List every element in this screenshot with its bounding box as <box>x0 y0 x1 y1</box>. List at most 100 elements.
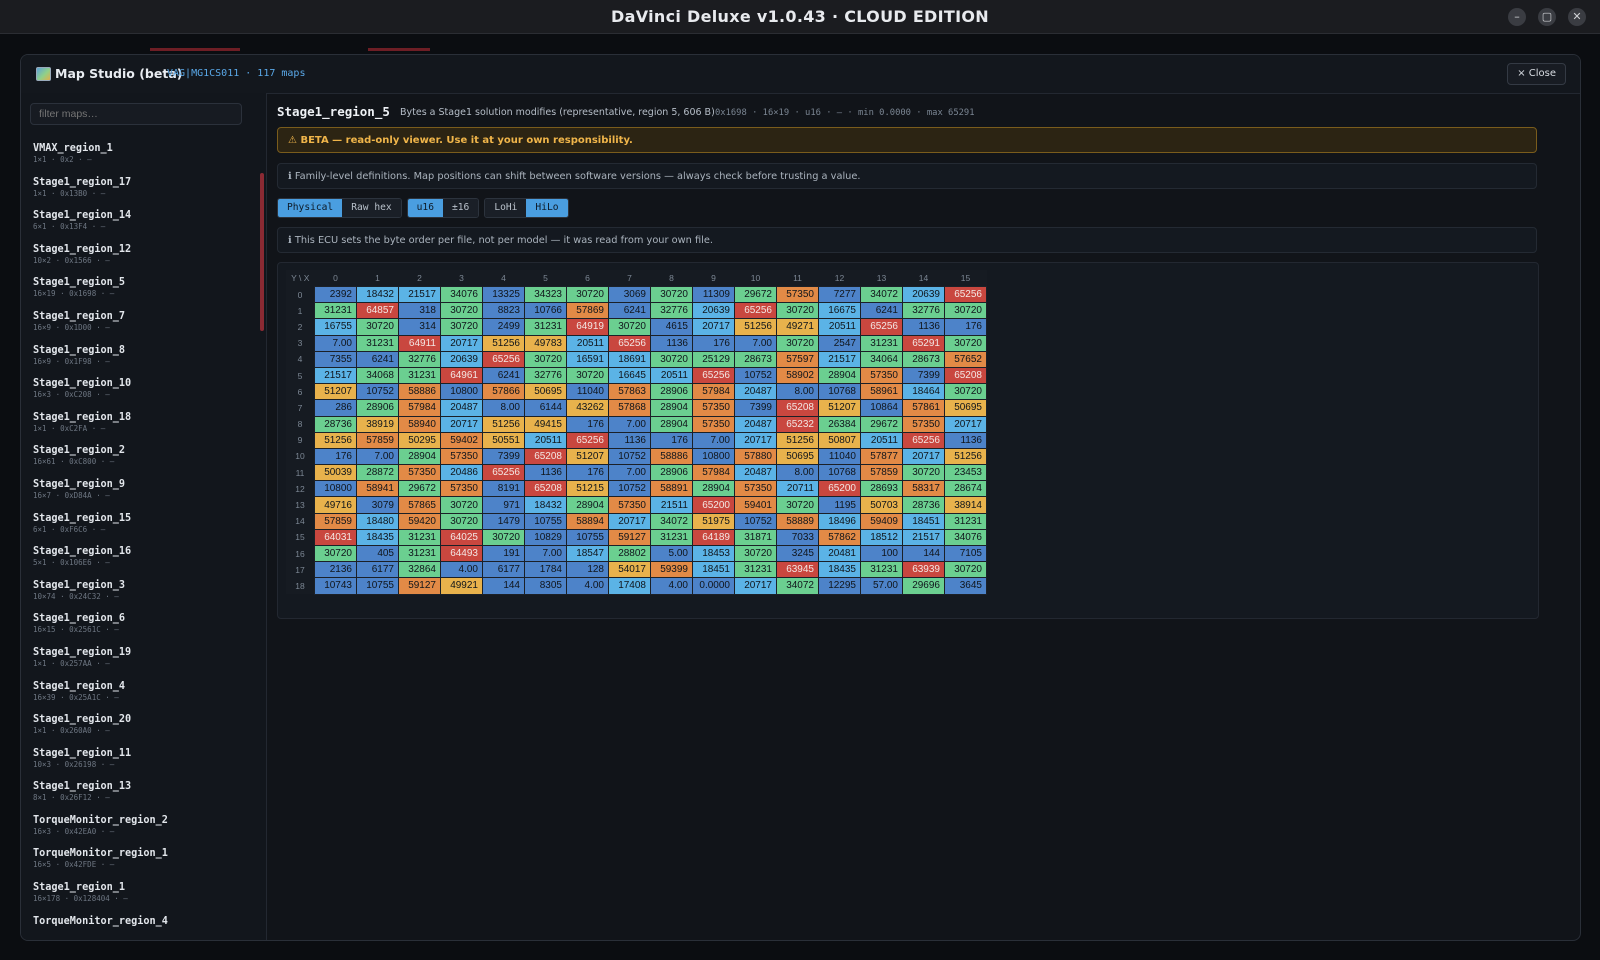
grid-cell[interactable]: 20511 <box>818 318 861 336</box>
grid-cell[interactable]: 34072 <box>860 285 903 304</box>
grid-cell[interactable]: 20511 <box>524 431 567 449</box>
grid-cell[interactable]: 4.00 <box>650 577 693 595</box>
grid-cell[interactable]: 8.00 <box>482 399 525 417</box>
grid-cell[interactable]: 57863 <box>608 383 651 401</box>
map-list-item[interactable]: Stage1_region_12 10×2 · 0x1566 · — <box>33 243 253 277</box>
grid-cell[interactable]: 18691 <box>608 350 651 368</box>
grid-cell[interactable]: 20717 <box>734 431 777 449</box>
grid-cell[interactable]: 64911 <box>398 334 441 352</box>
grid-cell[interactable]: 31231 <box>398 544 441 563</box>
grid-cell[interactable]: 20639 <box>692 302 735 320</box>
grid-cell[interactable]: 28736 <box>902 496 945 514</box>
grid-cell[interactable]: 38919 <box>356 415 399 433</box>
grid-cell[interactable]: 30720 <box>944 383 987 401</box>
grid-cell[interactable]: 1784 <box>524 561 567 579</box>
grid-cell[interactable]: 2499 <box>482 318 525 336</box>
grid-cell[interactable]: 58886 <box>650 447 693 466</box>
grid-cell[interactable]: 20511 <box>650 366 693 385</box>
grid-cell[interactable]: 20717 <box>692 318 735 336</box>
grid-cell[interactable]: 32776 <box>524 366 567 385</box>
grid-cell[interactable]: 7399 <box>482 447 525 466</box>
map-list-item[interactable]: Stage1_region_6 16×15 · 0x2561C · — <box>33 612 253 646</box>
sidebar-scrollbar[interactable] <box>260 173 264 331</box>
grid-cell[interactable]: 34076 <box>944 528 987 547</box>
grid-cell[interactable]: 65256 <box>944 285 987 304</box>
grid-cell[interactable]: 51256 <box>482 334 525 352</box>
grid-cell[interactable]: 10752 <box>608 447 651 466</box>
grid-cell[interactable]: 31231 <box>314 302 357 320</box>
grid-cell[interactable]: 16675 <box>818 302 861 320</box>
toggle-signed-16-button[interactable]: ±16 <box>442 199 479 217</box>
grid-cell[interactable]: 10755 <box>566 528 609 547</box>
grid-cell[interactable]: 57859 <box>356 431 399 449</box>
grid-cell[interactable]: 18464 <box>902 383 945 401</box>
grid-cell[interactable]: 20711 <box>776 480 819 498</box>
grid-cell[interactable]: 7.00 <box>524 544 567 563</box>
grid-cell[interactable]: 6177 <box>482 561 525 579</box>
toggle-u16-button[interactable]: u16 <box>407 199 443 217</box>
map-list-item[interactable]: Stage1_region_5 16×19 · 0x1698 · — <box>33 276 253 310</box>
grid-cell[interactable]: 7.00 <box>314 334 357 352</box>
grid-cell[interactable]: 32864 <box>398 561 441 579</box>
grid-cell[interactable]: 31231 <box>356 334 399 352</box>
map-list-item[interactable]: Stage1_region_19 1×1 · 0x257AA · — <box>33 646 253 680</box>
grid-cell[interactable]: 30720 <box>356 318 399 336</box>
grid-cell[interactable]: 8.00 <box>776 383 819 401</box>
grid-cell[interactable]: 28906 <box>650 383 693 401</box>
grid-cell[interactable]: 30720 <box>944 302 987 320</box>
map-list-item[interactable]: Stage1_region_16 5×1 · 0x106E6 · — <box>33 545 253 579</box>
grid-cell[interactable]: 28904 <box>398 447 441 466</box>
grid-cell[interactable]: 30720 <box>776 496 819 514</box>
grid-cell[interactable]: 3245 <box>776 544 819 563</box>
grid-cell[interactable]: 191 <box>482 544 525 563</box>
grid-cell[interactable]: 176 <box>566 415 609 433</box>
grid-cell[interactable]: 31231 <box>398 366 441 385</box>
map-list-item[interactable]: Stage1_region_17 1×1 · 0x13B0 · — <box>33 176 253 210</box>
grid-cell[interactable]: 58317 <box>902 480 945 498</box>
grid-cell[interactable]: 318 <box>398 302 441 320</box>
grid-cell[interactable]: 58894 <box>566 512 609 530</box>
grid-cell[interactable]: 28904 <box>650 399 693 417</box>
grid-cell[interactable]: 51215 <box>566 480 609 498</box>
map-list-item[interactable]: VMAX_region_1 1×1 · 0x2 · — <box>33 142 253 176</box>
grid-cell[interactable]: 6144 <box>524 399 567 417</box>
grid-cell[interactable]: 17408 <box>608 577 651 595</box>
grid-cell[interactable]: 57350 <box>734 480 777 498</box>
grid-cell[interactable]: 30720 <box>440 496 483 514</box>
grid-cell[interactable]: 64025 <box>440 528 483 547</box>
grid-cell[interactable]: 6241 <box>608 302 651 320</box>
grid-cell[interactable]: 34076 <box>440 285 483 304</box>
grid-cell[interactable]: 65256 <box>734 302 777 320</box>
grid-cell[interactable]: 10800 <box>692 447 735 466</box>
grid-cell[interactable]: 57350 <box>608 496 651 514</box>
grid-cell[interactable]: 50695 <box>776 447 819 466</box>
grid-cell[interactable]: 18432 <box>524 496 567 514</box>
map-list-item[interactable]: TorqueMonitor_region_2 16×3 · 0x42EA0 · — <box>33 814 253 848</box>
grid-cell[interactable]: 18435 <box>818 561 861 579</box>
grid-cell[interactable]: 30720 <box>440 302 483 320</box>
grid-cell[interactable]: 16755 <box>314 318 357 336</box>
grid-cell[interactable]: 29672 <box>734 285 777 304</box>
grid-cell[interactable]: 10829 <box>524 528 567 547</box>
map-list-item[interactable]: Stage1_region_2 16×61 · 0xC800 · — <box>33 444 253 478</box>
grid-cell[interactable]: 7399 <box>902 366 945 385</box>
map-list-item[interactable]: Stage1_region_15 6×1 · 0xF6C6 · — <box>33 512 253 546</box>
grid-cell[interactable]: 57859 <box>314 512 357 530</box>
grid-cell[interactable]: 18453 <box>692 544 735 563</box>
grid-cell[interactable]: 59127 <box>398 577 441 595</box>
grid-cell[interactable]: 4615 <box>650 318 693 336</box>
grid-cell[interactable]: 57861 <box>902 399 945 417</box>
grid-cell[interactable]: 6241 <box>356 350 399 368</box>
grid-cell[interactable]: 28693 <box>860 480 903 498</box>
grid-cell[interactable]: 10743 <box>314 577 357 595</box>
grid-cell[interactable]: 20511 <box>860 431 903 449</box>
grid-cell[interactable]: 63945 <box>776 561 819 579</box>
grid-cell[interactable]: 51975 <box>692 512 735 530</box>
grid-cell[interactable]: 34068 <box>356 366 399 385</box>
grid-cell[interactable]: 29696 <box>902 577 945 595</box>
grid-cell[interactable]: 20481 <box>818 544 861 563</box>
toggle-physical-button[interactable]: Physical <box>278 199 343 217</box>
grid-cell[interactable]: 58940 <box>398 415 441 433</box>
grid-cell[interactable]: 65200 <box>818 480 861 498</box>
grid-cell[interactable]: 57597 <box>776 350 819 368</box>
